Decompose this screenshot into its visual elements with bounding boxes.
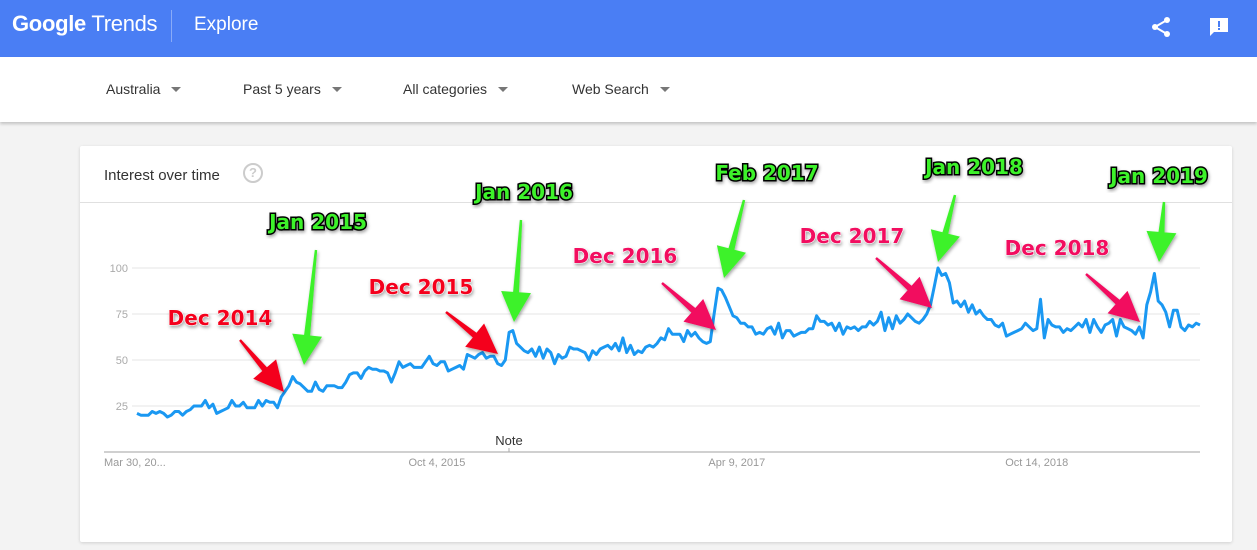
annotation-arrow-peak bbox=[1146, 201, 1177, 262]
annotation-label-peak: Jan 2019 bbox=[1108, 164, 1208, 188]
annotation-label-dip: Dec 2018 bbox=[1005, 236, 1110, 260]
annotation-arrow-peak bbox=[716, 199, 746, 278]
annotation-arrow-dip bbox=[239, 339, 284, 392]
y-tick-label: 50 bbox=[116, 355, 128, 367]
annotation-arrow-peak bbox=[292, 249, 322, 365]
annotation-label-dip: Dec 2016 bbox=[573, 244, 678, 268]
annotation-arrow-dip bbox=[875, 257, 932, 308]
y-tick-label: 100 bbox=[110, 263, 128, 275]
x-tick-label: Mar 30, 20... bbox=[104, 457, 166, 469]
annotation-label-dip: Dec 2017 bbox=[800, 224, 905, 248]
annotation-arrow-dip bbox=[661, 282, 716, 330]
annotation-label-peak: Jan 2018 bbox=[923, 155, 1023, 179]
annotation-arrow-peak bbox=[501, 219, 531, 322]
y-tick-label: 75 bbox=[116, 309, 128, 321]
annotation-label-dip: Dec 2014 bbox=[168, 306, 273, 330]
annotation-label-peak: Feb 2017 bbox=[715, 161, 818, 185]
x-tick-label: Apr 9, 2017 bbox=[708, 457, 765, 469]
annotation-arrow-dip bbox=[445, 311, 498, 354]
annotation-arrow-dip bbox=[1085, 273, 1140, 322]
note-marker-label[interactable]: Note bbox=[495, 433, 522, 448]
y-tick-label: 25 bbox=[116, 401, 128, 413]
annotation-label-peak: Jan 2015 bbox=[267, 210, 367, 234]
annotation-label-dip: Dec 2015 bbox=[369, 275, 474, 299]
annotation-label-peak: Jan 2016 bbox=[473, 180, 573, 204]
x-tick-label: Oct 4, 2015 bbox=[408, 457, 465, 469]
annotation-arrow-peak bbox=[930, 194, 960, 262]
interest-chart: 25 50 75 100 Mar 30, 20... Oct 4, 2015 Apr 9,… bbox=[104, 154, 1209, 469]
x-tick-label: Oct 14, 2018 bbox=[1005, 457, 1068, 469]
